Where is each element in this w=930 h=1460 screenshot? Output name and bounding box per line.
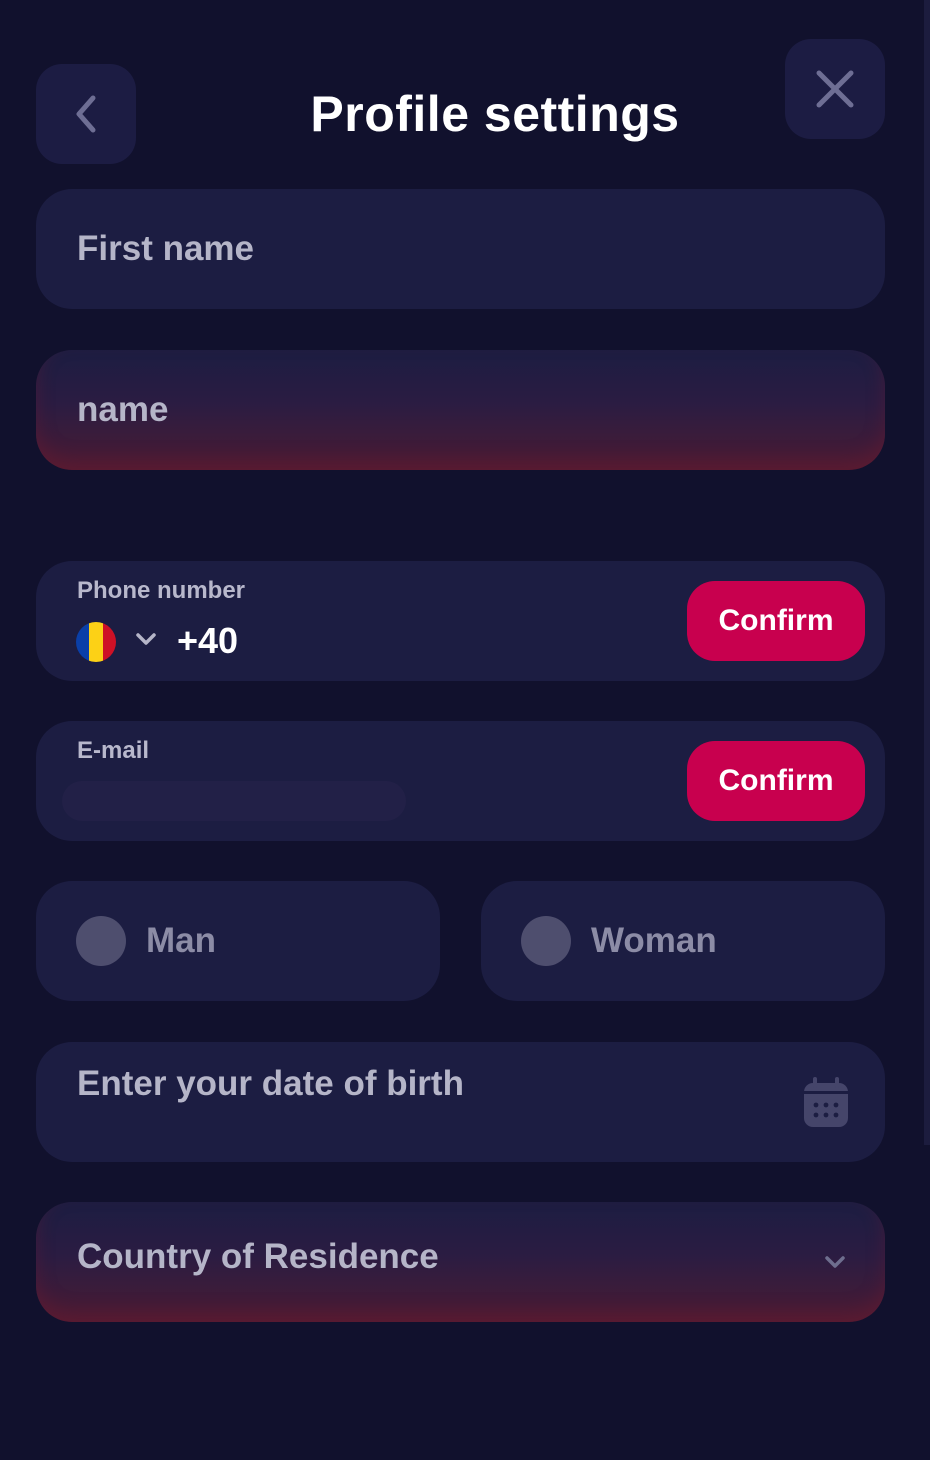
last-name-placeholder: name xyxy=(77,390,169,429)
first-name-placeholder: First name xyxy=(77,229,254,268)
phone-number-label: Phone number xyxy=(77,577,246,604)
email-field[interactable]: E-mail Confirm xyxy=(36,721,885,841)
country-placeholder: Country of Residence xyxy=(77,1237,439,1276)
phone-country-code: +40 xyxy=(177,620,239,661)
calendar-icon[interactable] xyxy=(803,1076,849,1128)
gender-label-woman: Woman xyxy=(591,921,717,960)
first-name-field[interactable]: First name xyxy=(36,189,885,309)
romania-flag-icon[interactable] xyxy=(76,622,116,662)
close-icon xyxy=(816,70,854,108)
scrollbar[interactable] xyxy=(924,0,930,1145)
confirm-email-button[interactable]: Confirm xyxy=(687,741,865,821)
phone-number-field[interactable]: Phone number +40 Confirm xyxy=(36,561,885,681)
last-name-field[interactable]: name xyxy=(36,350,885,470)
email-value-redacted xyxy=(62,781,406,821)
confirm-phone-button[interactable]: Confirm xyxy=(687,581,865,661)
radio-man[interactable] xyxy=(76,916,126,966)
close-button[interactable] xyxy=(785,39,885,139)
gender-option-man[interactable]: Man xyxy=(36,881,440,1001)
radio-woman[interactable] xyxy=(521,916,571,966)
country-of-residence-select[interactable]: Country of Residence xyxy=(36,1202,885,1322)
date-of-birth-placeholder: Enter your date of birth xyxy=(77,1064,464,1103)
email-label: E-mail xyxy=(77,737,150,764)
gender-option-woman[interactable]: Woman xyxy=(481,881,885,1001)
chevron-down-icon[interactable] xyxy=(135,632,157,646)
chevron-down-icon xyxy=(825,1256,845,1268)
date-of-birth-field[interactable]: Enter your date of birth xyxy=(36,1042,885,1162)
gender-label-man: Man xyxy=(146,921,216,960)
